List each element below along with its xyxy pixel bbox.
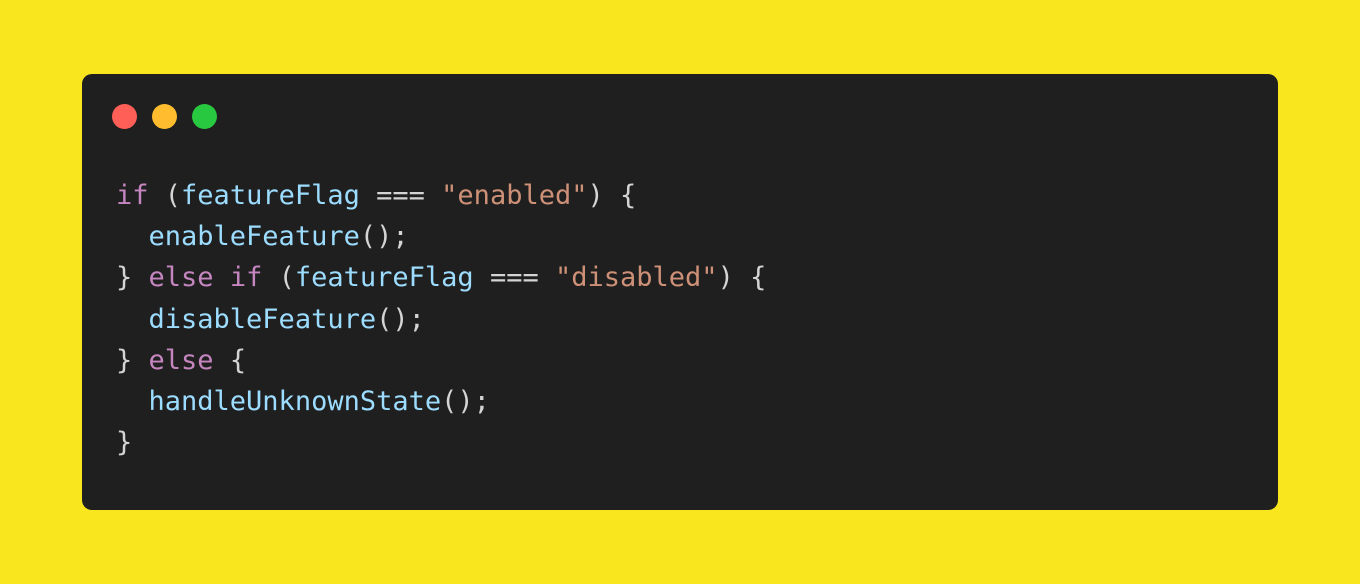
code-token-ident: featureFlag [294, 262, 474, 294]
code-token-str: "enabled" [441, 180, 588, 211]
code-token-str: "disabled" [555, 262, 718, 294]
code-line: if (featureFlag === "enabled") { [116, 175, 766, 216]
window-controls [112, 104, 217, 129]
code-token-fn: disableFeature [148, 303, 377, 335]
code-window: if (featureFlag === "enabled") { enableF… [82, 74, 1278, 510]
code-token-op: === [489, 262, 539, 294]
code-block: if (featureFlag === "enabled") { enableF… [116, 175, 766, 463]
code-token-kw: if [116, 180, 149, 211]
code-token-punct: (); [359, 221, 409, 253]
code-line: } else if (featureFlag === "disabled") { [116, 257, 766, 298]
code-token-punct: } [116, 344, 133, 376]
code-token-punct: { [750, 262, 767, 294]
code-token-punct: (); [441, 385, 490, 417]
code-line: disableFeature(); [116, 299, 766, 340]
code-token-op: === [376, 180, 425, 211]
code-token-fn: enableFeature [148, 221, 360, 253]
code-token-ident: featureFlag [181, 180, 360, 211]
code-token-punct: } [116, 262, 133, 294]
code-token-punct: { [229, 344, 247, 376]
code-line: handleUnknownState(); [116, 381, 766, 422]
code-token-kw: else [148, 344, 214, 376]
code-token-punct: } [116, 427, 133, 459]
code-line: enableFeature(); [116, 216, 766, 257]
code-token-punct: ( [278, 262, 295, 294]
minimize-button[interactable] [152, 104, 177, 129]
code-token-punct: { [620, 180, 637, 211]
code-token-fn: handleUnknownState [148, 385, 442, 417]
code-token-kw: else [148, 262, 214, 294]
close-button[interactable] [112, 104, 137, 129]
code-token-punct: ( [164, 180, 182, 211]
code-token-punct: ) [587, 180, 604, 211]
code-token-punct: ) [717, 262, 734, 294]
code-line: } else { [116, 340, 766, 381]
code-token-kw: if [229, 262, 263, 294]
maximize-button[interactable] [192, 104, 217, 129]
code-token-punct: (); [376, 303, 425, 335]
code-line: } [116, 422, 766, 463]
